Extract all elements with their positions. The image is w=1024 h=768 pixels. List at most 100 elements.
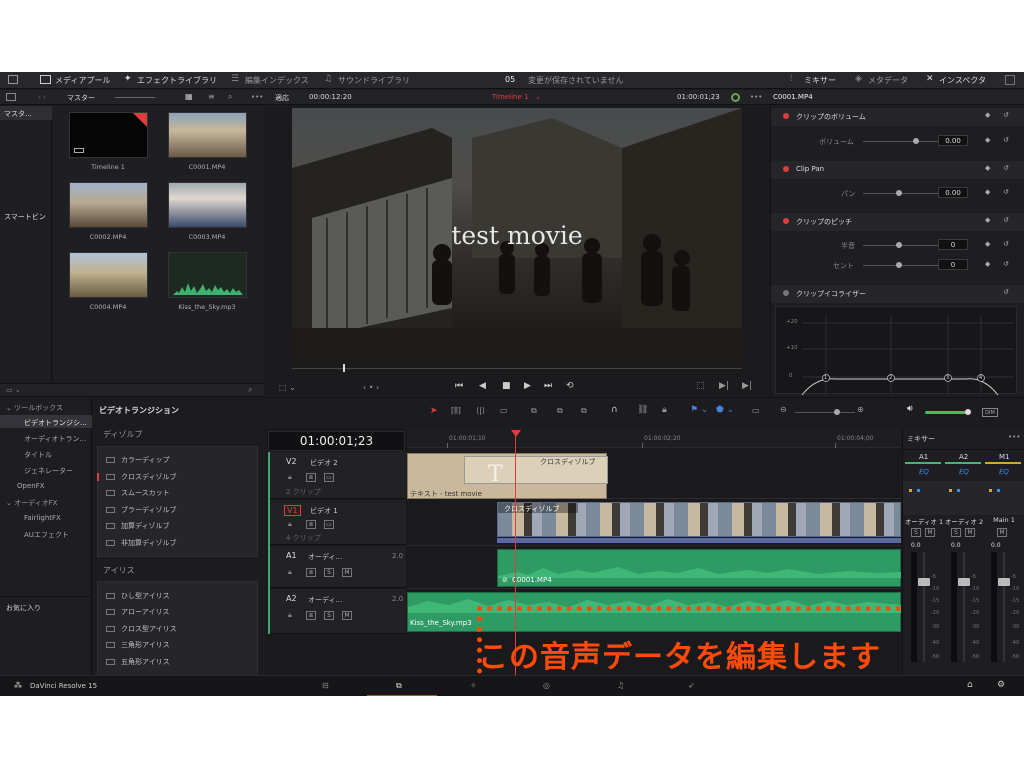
- master-volume-knob[interactable]: [965, 409, 971, 415]
- list-view-icon[interactable]: ≡: [208, 92, 215, 101]
- replace-clip-icon[interactable]: ⧉: [581, 406, 587, 416]
- selection-tool-icon[interactable]: ➤: [430, 406, 438, 416]
- lock-icon[interactable]: 🔒︎: [288, 611, 292, 620]
- volume-slider[interactable]: [863, 141, 943, 142]
- fader-track[interactable]: [963, 552, 965, 662]
- zoom-slider[interactable]: [795, 412, 855, 413]
- skip-to-start-icon[interactable]: ⏮: [455, 381, 463, 391]
- chevron-down-icon[interactable]: ⌄: [535, 93, 541, 101]
- lock-icon[interactable]: 🔒︎: [288, 520, 292, 529]
- keyframe-icon[interactable]: ◆: [985, 188, 990, 196]
- jog-control-icon[interactable]: ‹ • ›: [363, 383, 379, 392]
- thumbnail-size-slider[interactable]: [115, 97, 155, 98]
- transition-item[interactable]: ブラーディゾルブ: [106, 505, 177, 515]
- dynamic-trim-icon[interactable]: ⟨|⟩: [476, 406, 485, 415]
- keyframe-icon[interactable]: ◆: [985, 111, 990, 119]
- speaker-icon[interactable]: 🔊︎: [907, 404, 913, 414]
- enable-dot-icon[interactable]: [783, 166, 789, 172]
- zoom-out-icon[interactable]: ⊖: [780, 405, 787, 414]
- stop-icon[interactable]: ■: [502, 381, 511, 391]
- keyframe-icon[interactable]: ◆: [985, 240, 990, 248]
- inspector-button[interactable]: インスペクタ: [939, 75, 986, 86]
- zoom-slider-knob[interactable]: [834, 409, 840, 415]
- color-page-icon[interactable]: ◎: [543, 681, 550, 690]
- grid-view-icon[interactable]: ▦: [185, 92, 193, 101]
- flag-icon[interactable]: ⚑ ⌄: [690, 405, 708, 415]
- marker-icon[interactable]: ⬟ ⌄: [716, 405, 734, 415]
- semitone-slider[interactable]: [863, 245, 943, 246]
- semitone-value-field[interactable]: 0: [938, 239, 968, 250]
- fader-knob[interactable]: [958, 578, 970, 586]
- pan-slider-knob[interactable]: [896, 190, 902, 196]
- fader-knob[interactable]: [998, 578, 1010, 586]
- cent-slider[interactable]: [863, 265, 943, 266]
- more-options-icon[interactable]: •••: [1008, 433, 1020, 441]
- tree-item-audio-transitions[interactable]: オーディオトラン...: [24, 434, 86, 444]
- transition-item[interactable]: 三角形アイリス: [106, 640, 170, 650]
- timeline-selector[interactable]: Timeline 1: [492, 93, 528, 101]
- lock-icon[interactable]: 🔒︎: [662, 405, 667, 415]
- bin-master[interactable]: マスタ...: [4, 109, 32, 119]
- fairlight-page-icon[interactable]: ♫: [617, 681, 624, 690]
- reset-icon[interactable]: ↺: [1003, 111, 1009, 119]
- solo-button[interactable]: S: [324, 568, 334, 577]
- transition-item[interactable]: クロス型アイリス: [106, 624, 177, 634]
- fader-knob[interactable]: [918, 578, 930, 586]
- keyframe-icon[interactable]: ◆: [985, 136, 990, 144]
- timeline-view-icon[interactable]: ▭: [752, 406, 760, 415]
- tree-item-titles[interactable]: タイトル: [24, 450, 52, 460]
- eq-button[interactable]: EQ: [919, 468, 929, 476]
- tree-item-generators[interactable]: ジェネレーター: [24, 466, 73, 476]
- transition-item[interactable]: ひし型アイリス: [106, 591, 170, 601]
- keyframe-icon[interactable]: ◆: [985, 216, 990, 224]
- pan-value-field[interactable]: 0.00: [938, 187, 968, 198]
- mute-button[interactable]: M: [342, 611, 352, 620]
- scrubber-playhead[interactable]: [343, 364, 345, 372]
- keyframe-icon[interactable]: ◆: [985, 164, 990, 172]
- lock-icon[interactable]: 🔒︎: [288, 473, 292, 482]
- transition-item[interactable]: アローアイリス: [106, 607, 169, 617]
- mute-button[interactable]: M: [342, 568, 352, 577]
- transition-item[interactable]: 五角形アイリス: [106, 657, 170, 667]
- playhead-handle[interactable]: [511, 430, 521, 437]
- transition-item[interactable]: スムースカット: [106, 488, 170, 498]
- eq-button[interactable]: EQ: [959, 468, 969, 476]
- track-id[interactable]: V1: [284, 505, 301, 516]
- linked-selection-icon[interactable]: ⛓: [637, 405, 648, 415]
- solo-button[interactable]: S: [324, 611, 334, 620]
- mixer-button[interactable]: ミキサー: [804, 75, 836, 86]
- more-options-icon[interactable]: •••: [251, 93, 263, 101]
- trim-tool-icon[interactable]: [⫼]: [451, 406, 461, 416]
- zoom-in-icon[interactable]: ⊕: [857, 405, 864, 414]
- v2-text-clip[interactable]: クロスディゾルブ テキスト - test movie T: [407, 453, 608, 499]
- eq-graph[interactable]: +20 +10 0 1 2 3 4: [775, 306, 1017, 395]
- favorites-label[interactable]: お気に入り: [6, 603, 41, 613]
- auto-track-icon[interactable]: ⧈: [306, 568, 316, 577]
- insert-clip-icon[interactable]: ⧉: [531, 406, 537, 416]
- media-pool-button[interactable]: メディアプール: [55, 75, 110, 86]
- blade-tool-icon[interactable]: ▭: [500, 406, 508, 415]
- fader-track[interactable]: [923, 552, 925, 662]
- overwrite-clip-icon[interactable]: ⧉: [557, 406, 563, 416]
- play-icon[interactable]: ▶: [524, 381, 531, 391]
- metadata-button[interactable]: メタデータ: [868, 75, 908, 86]
- reset-icon[interactable]: ↺: [1003, 164, 1009, 172]
- cent-value-field[interactable]: 0: [938, 259, 968, 270]
- a1-audio-clip[interactable]: ⊘ C0001.MP4: [497, 549, 901, 587]
- reset-icon[interactable]: ↺: [1003, 260, 1009, 268]
- enable-dot-icon[interactable]: [783, 218, 789, 224]
- reset-icon[interactable]: ↺: [1003, 240, 1009, 248]
- media-thumb-c0002[interactable]: [69, 182, 148, 228]
- color-wheel-icon[interactable]: [731, 93, 740, 102]
- lock-icon[interactable]: 🔒︎: [288, 568, 292, 577]
- enable-dot-icon[interactable]: [783, 113, 789, 119]
- bin-smart-bins[interactable]: スマートビン: [4, 212, 46, 222]
- cent-slider-knob[interactable]: [896, 262, 902, 268]
- sound-library-button[interactable]: サウンドライブラリ: [338, 75, 410, 86]
- audiofx-node[interactable]: ⌄ オーディオFX: [6, 498, 57, 508]
- tree-item-openfx[interactable]: OpenFX: [17, 482, 45, 490]
- solo-button[interactable]: S: [951, 528, 961, 537]
- reset-icon[interactable]: ↺: [1003, 288, 1009, 296]
- next-frame-icon[interactable]: ▶|: [719, 381, 729, 391]
- mute-button[interactable]: M: [925, 528, 935, 537]
